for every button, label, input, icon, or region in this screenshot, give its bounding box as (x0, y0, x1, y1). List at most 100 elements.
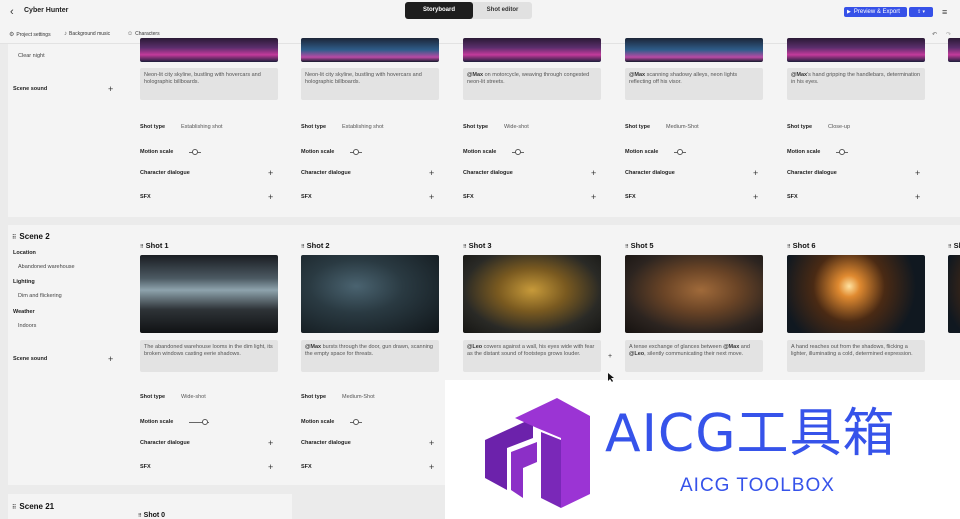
shot-description[interactable]: Neon-lit city skyline, bustling with hov… (301, 68, 439, 100)
add-sfx-icon[interactable]: + (591, 193, 596, 202)
drag-handle-icon[interactable]: ⠿ (463, 244, 467, 250)
shot-image[interactable] (948, 38, 960, 62)
slider-knob[interactable] (353, 149, 359, 155)
motion-scale-slider[interactable] (836, 149, 848, 155)
add-dialogue-icon[interactable]: + (429, 169, 434, 178)
shot-title[interactable]: ⠿ Shot 3 (463, 241, 492, 250)
drag-handle-icon[interactable]: ⠿ (12, 505, 16, 511)
shot-image[interactable] (625, 38, 763, 62)
shot-title[interactable]: ⠿ Shot 6 (787, 241, 816, 250)
shot-type-value[interactable]: Wide-shot (181, 394, 206, 400)
scene-title[interactable]: ⠿ Scene 2 (12, 232, 50, 241)
project-settings-button[interactable]: ⚙ Project settings (9, 31, 51, 39)
description-text: cowers against a wall, his eyes wide wit… (467, 344, 595, 357)
slider-knob[interactable] (202, 419, 208, 425)
add-dialogue-icon[interactable]: + (753, 169, 758, 178)
shot-title[interactable]: ⠿ Shot 2 (301, 241, 330, 250)
slider-knob[interactable] (839, 149, 845, 155)
shot-description[interactable]: A tense exchange of glances between @Max… (625, 340, 763, 372)
shot-description[interactable]: The abandoned warehouse looms in the dim… (140, 340, 278, 372)
character-mention[interactable]: @Max (723, 344, 739, 350)
back-arrow-icon[interactable]: ‹ (10, 6, 22, 18)
scene-title[interactable]: ⠿ Scene 21 (12, 502, 54, 511)
slider-knob[interactable] (192, 149, 198, 155)
motion-scale-slider[interactable] (350, 149, 362, 155)
add-dialogue-icon[interactable]: + (268, 169, 273, 178)
drag-handle-icon[interactable]: ⠿ (301, 244, 305, 250)
add-scene-sound-icon[interactable]: + (108, 85, 113, 94)
add-dialogue-icon[interactable]: + (591, 169, 596, 178)
shot-card: @Max scanning shadowy alleys, neon light… (625, 0, 763, 210)
shot-image[interactable] (463, 255, 601, 333)
add-sfx-icon[interactable]: + (268, 193, 273, 202)
shot-title[interactable]: ⠿ Shot 0 (138, 512, 165, 519)
drag-handle-icon[interactable]: ⠿ (138, 513, 142, 519)
location-label: Location (13, 250, 36, 256)
motion-scale-slider[interactable] (350, 419, 362, 425)
background-music-button[interactable]: ♪ Background music (64, 31, 110, 37)
drag-handle-icon[interactable]: ⠿ (625, 244, 629, 250)
character-mention[interactable]: @Max (629, 72, 645, 78)
motion-scale-slider[interactable] (512, 149, 524, 155)
shot-description[interactable]: @Leo cowers against a wall, his eyes wid… (463, 340, 601, 372)
add-sfx-icon[interactable]: + (915, 193, 920, 202)
shot-type-value[interactable]: Close-up (828, 124, 850, 130)
scene-21-panel: ⠿ Scene 21 ⠿ Shot 0 (8, 494, 292, 519)
shot-image[interactable] (140, 255, 278, 333)
shot-description[interactable]: A hand reaches out from the shadows, fli… (787, 340, 925, 372)
character-mention[interactable]: @Max (467, 72, 483, 78)
insert-shot-icon[interactable]: + (608, 352, 612, 361)
shot-description[interactable]: @Max on motorcycle, weaving through cong… (463, 68, 601, 100)
shot-image[interactable] (301, 255, 439, 333)
shot-type-value[interactable]: Medium-Shot (342, 394, 375, 400)
shot-image[interactable] (948, 255, 960, 333)
shot-type-value[interactable]: Medium-Shot (666, 124, 699, 130)
drag-handle-icon[interactable]: ⠿ (787, 244, 791, 250)
add-dialogue-icon[interactable]: + (915, 169, 920, 178)
motion-scale-slider[interactable] (189, 419, 209, 425)
hamburger-menu-icon[interactable]: ≡ (942, 7, 947, 17)
slider-knob[interactable] (677, 149, 683, 155)
drag-handle-icon[interactable]: ⠿ (12, 235, 16, 241)
character-mention[interactable]: @Max (305, 344, 321, 350)
add-sfx-icon[interactable]: + (429, 463, 434, 472)
drag-handle-icon[interactable]: ⠿ (948, 244, 952, 250)
app-title: Cyber Hunter (24, 7, 69, 14)
add-sfx-icon[interactable]: + (268, 463, 273, 472)
shot-title[interactable]: ⠿Sh (948, 241, 960, 250)
shot-type-value[interactable]: Establishing shot (181, 124, 223, 130)
lighting-value[interactable]: Dim and flickering (18, 293, 62, 299)
character-mention[interactable]: @Max (791, 72, 807, 78)
shot-title[interactable]: ⠿ Shot 1 (140, 241, 169, 250)
shot-title[interactable]: ⠿ Shot 5 (625, 241, 654, 250)
add-dialogue-icon[interactable]: + (268, 439, 273, 448)
character-mention[interactable]: @Leo (629, 351, 644, 357)
weather-value[interactable]: Indoors (18, 323, 36, 329)
shot-type-value[interactable]: Wide-shot (504, 124, 529, 130)
undo-icon[interactable]: ↶ (932, 31, 937, 38)
shot-description[interactable]: @Max scanning shadowy alleys, neon light… (625, 68, 763, 100)
shot-image[interactable] (463, 38, 601, 62)
character-dialogue-label: Character dialogue (625, 170, 675, 176)
shot-image[interactable] (625, 255, 763, 333)
add-dialogue-icon[interactable]: + (429, 439, 434, 448)
location-value[interactable]: Abandoned warehouse (18, 264, 75, 270)
add-scene-sound-icon[interactable]: + (108, 355, 113, 364)
motion-scale-slider[interactable] (674, 149, 686, 155)
motion-scale-slider[interactable] (189, 149, 201, 155)
shot-image[interactable] (140, 38, 278, 62)
slider-knob[interactable] (515, 149, 521, 155)
shot-image[interactable] (787, 255, 925, 333)
shot-description[interactable]: @Max bursts through the door, gun drawn,… (301, 340, 439, 372)
character-mention[interactable]: @Leo (467, 344, 482, 350)
add-sfx-icon[interactable]: + (753, 193, 758, 202)
shot-image[interactable] (301, 38, 439, 62)
shot-description[interactable]: @Max's hand gripping the handlebars, det… (787, 68, 925, 100)
slider-knob[interactable] (353, 419, 359, 425)
shot-description[interactable]: Neon-lit city skyline, bustling with hov… (140, 68, 278, 100)
shot-image[interactable] (787, 38, 925, 62)
add-sfx-icon[interactable]: + (429, 193, 434, 202)
drag-handle-icon[interactable]: ⠿ (140, 244, 144, 250)
character-dialogue-label: Character dialogue (140, 170, 190, 176)
shot-type-value[interactable]: Establishing shot (342, 124, 384, 130)
